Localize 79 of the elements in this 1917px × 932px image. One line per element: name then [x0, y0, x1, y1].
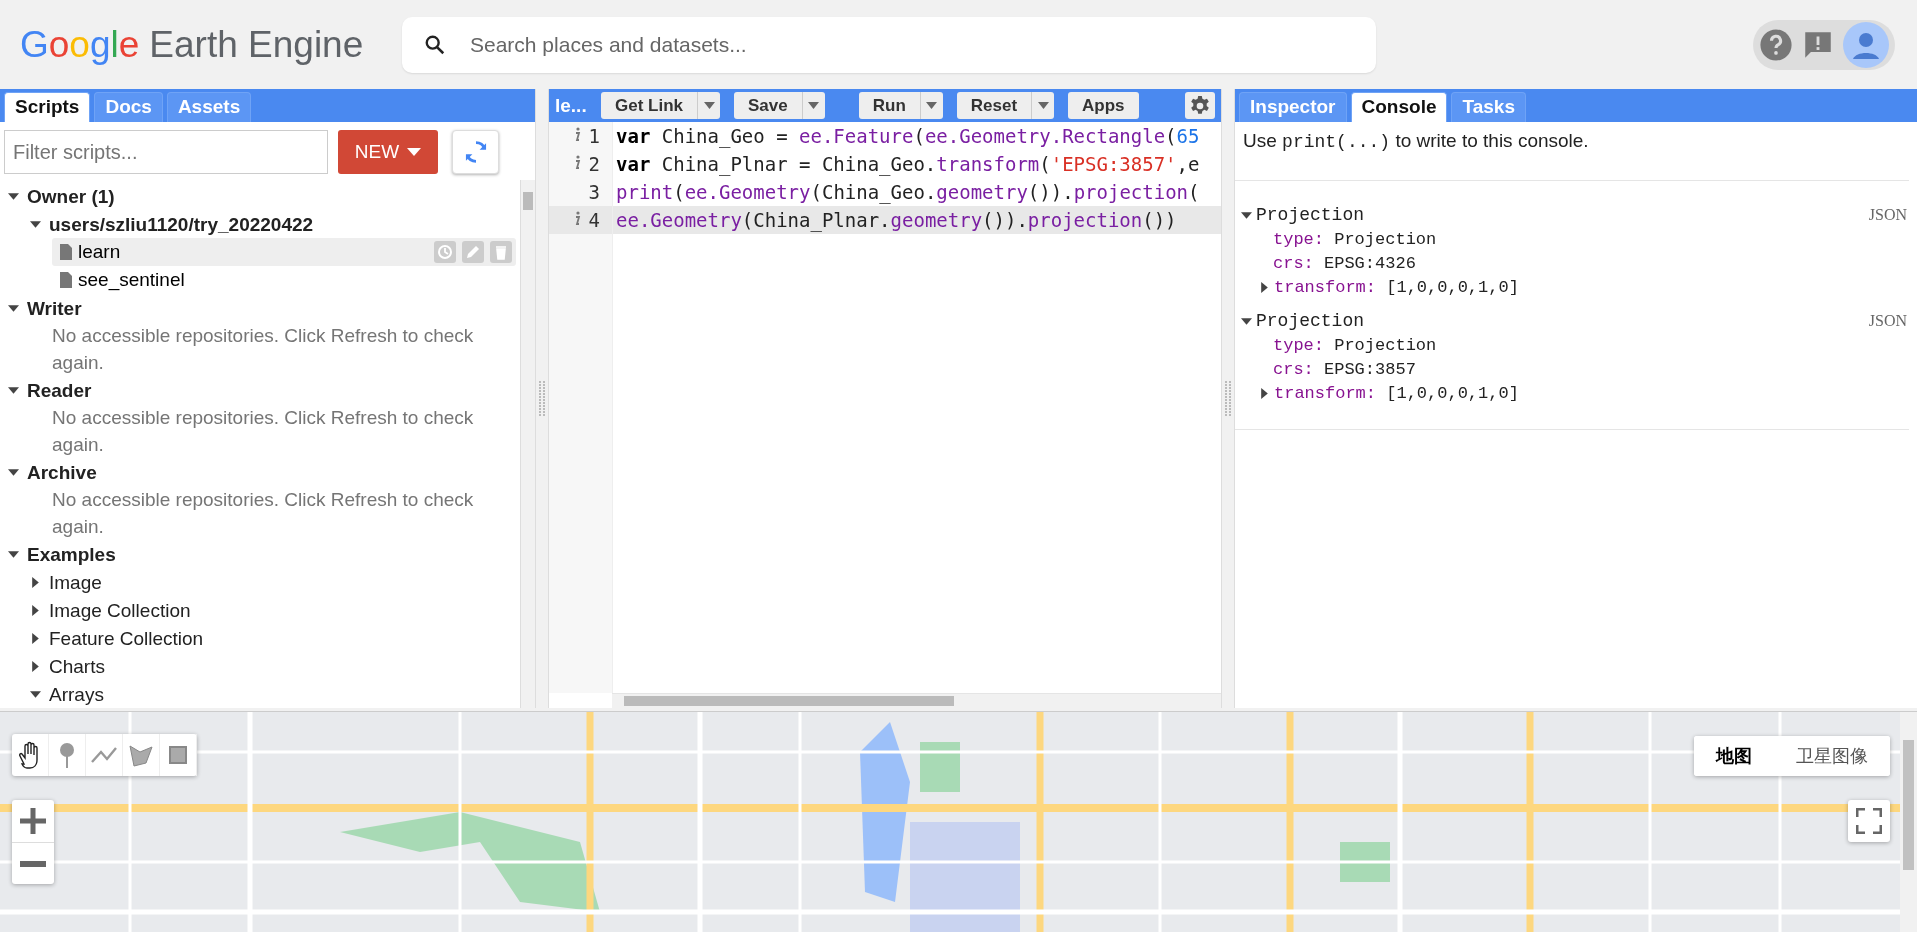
section-header[interactable]: users/szliu1120/try_20220422 — [49, 213, 314, 236]
section-header[interactable]: Archive — [27, 461, 97, 484]
expand-arrow-icon[interactable] — [1259, 387, 1270, 399]
zoom-in-icon — [20, 808, 46, 834]
collapse-arrow-icon[interactable] — [1241, 209, 1252, 221]
zoom-out-icon — [20, 860, 46, 867]
collapse-arrow-icon[interactable] — [8, 549, 19, 560]
map-type-button[interactable]: 地图 — [1694, 736, 1774, 776]
section-header[interactable]: Examples — [27, 543, 116, 566]
collapse-arrow-icon[interactable] — [1241, 315, 1252, 327]
caret-icon — [808, 102, 820, 109]
section-header[interactable]: Owner (1) — [27, 185, 115, 208]
settings-icon — [1189, 94, 1211, 117]
code-line: print(ee.Geometry(China_Geo.geometry()).projection( — [615, 180, 1201, 206]
product-name: Earth Engine — [149, 23, 364, 66]
tab[interactable]: Console — [1350, 92, 1448, 122]
property-line: crs: EPSG:3857 — [1273, 359, 1416, 379]
settings-button[interactable] — [1185, 92, 1215, 119]
filter-field[interactable]: Filter scripts... — [4, 130, 328, 174]
object-title[interactable]: Projection — [1256, 205, 1365, 225]
fullscreen-button[interactable] — [1848, 800, 1890, 842]
property-line: crs: EPSG:4326 — [1273, 253, 1416, 273]
scrollbar[interactable] — [520, 180, 535, 708]
file-icon — [60, 272, 72, 288]
tab[interactable]: Scripts — [4, 92, 91, 122]
toolbar-button[interactable]: Apps — [1068, 92, 1139, 119]
empty-message: No accessible repositories. Click Refresh to check again. — [51, 324, 475, 375]
tree-item[interactable]: Arrays — [49, 683, 104, 706]
collapse-arrow-icon[interactable] — [8, 303, 19, 314]
caret-icon — [703, 102, 715, 109]
help-icon[interactable] — [1759, 27, 1793, 62]
collapse-arrow-icon[interactable] — [8, 467, 19, 478]
horizontal-scrollbar[interactable] — [612, 693, 1221, 708]
tree-item[interactable]: Feature Collection — [49, 627, 204, 650]
property-line[interactable]: transform: [1,0,0,0,1,0] — [1274, 383, 1519, 403]
section-header[interactable]: Writer — [27, 297, 82, 320]
avatar-icon[interactable] — [1843, 21, 1889, 68]
caret-icon — [1037, 102, 1049, 109]
new-button[interactable]: NEW — [338, 130, 438, 174]
resize-handle[interactable] — [1225, 380, 1231, 417]
line-number: 4 — [588, 208, 600, 233]
tree-item[interactable]: Image — [49, 571, 102, 594]
section-header[interactable]: Reader — [27, 379, 92, 402]
code-line: var China_Plnar = China_Geo.transform('EPSG:3857',e — [615, 152, 1201, 178]
json-link[interactable]: JSON — [1868, 206, 1909, 224]
google-logo: Google — [20, 23, 140, 66]
tree-item[interactable]: Charts — [49, 655, 105, 678]
expand-arrow-icon[interactable] — [1259, 281, 1270, 293]
console-hint: Use print(...) to write to this console. — [1235, 122, 1909, 181]
code-line: var China_Geo = ee.Feature(ee.Geometry.Rectangle(65 — [615, 124, 1201, 150]
refresh-button[interactable] — [452, 130, 499, 174]
empty-message: No accessible repositories. Click Refresh to check again. — [51, 488, 475, 539]
resize-handle[interactable] — [539, 380, 545, 417]
collapse-arrow-icon[interactable] — [30, 219, 41, 230]
expand-arrow-icon[interactable] — [30, 633, 41, 644]
line-number: 2 — [588, 152, 600, 177]
collapse-arrow-icon[interactable] — [30, 689, 41, 700]
empty-message: No accessible repositories. Click Refresh to check again. — [51, 406, 475, 457]
caret-icon — [926, 102, 938, 109]
fullscreen-icon — [1856, 808, 1882, 834]
line-number: 3 — [588, 180, 600, 205]
collapse-arrow-icon[interactable] — [8, 385, 19, 396]
map-type-button[interactable]: 卫星图像 — [1774, 736, 1890, 776]
tree-item[interactable]: Image Collection — [49, 599, 191, 622]
file-icon — [60, 244, 72, 260]
script-file[interactable]: see_sentinel — [52, 266, 516, 294]
expand-arrow-icon[interactable] — [30, 661, 41, 672]
expand-arrow-icon[interactable] — [30, 577, 41, 588]
object-title[interactable]: Projection — [1256, 311, 1365, 331]
caret-icon — [407, 148, 422, 156]
search-field[interactable]: Search places and datasets... — [402, 16, 1376, 73]
line-number: 1 — [588, 124, 600, 149]
property-line: type: Projection — [1273, 229, 1437, 249]
json-link[interactable]: JSON — [1868, 312, 1909, 330]
vertical-scrollbar[interactable] — [1900, 712, 1917, 932]
expand-arrow-icon[interactable] — [30, 605, 41, 616]
property-line[interactable]: transform: [1,0,0,0,1,0] — [1274, 277, 1519, 297]
property-line: type: Projection — [1273, 335, 1437, 355]
collapse-arrow-icon[interactable] — [8, 191, 19, 202]
